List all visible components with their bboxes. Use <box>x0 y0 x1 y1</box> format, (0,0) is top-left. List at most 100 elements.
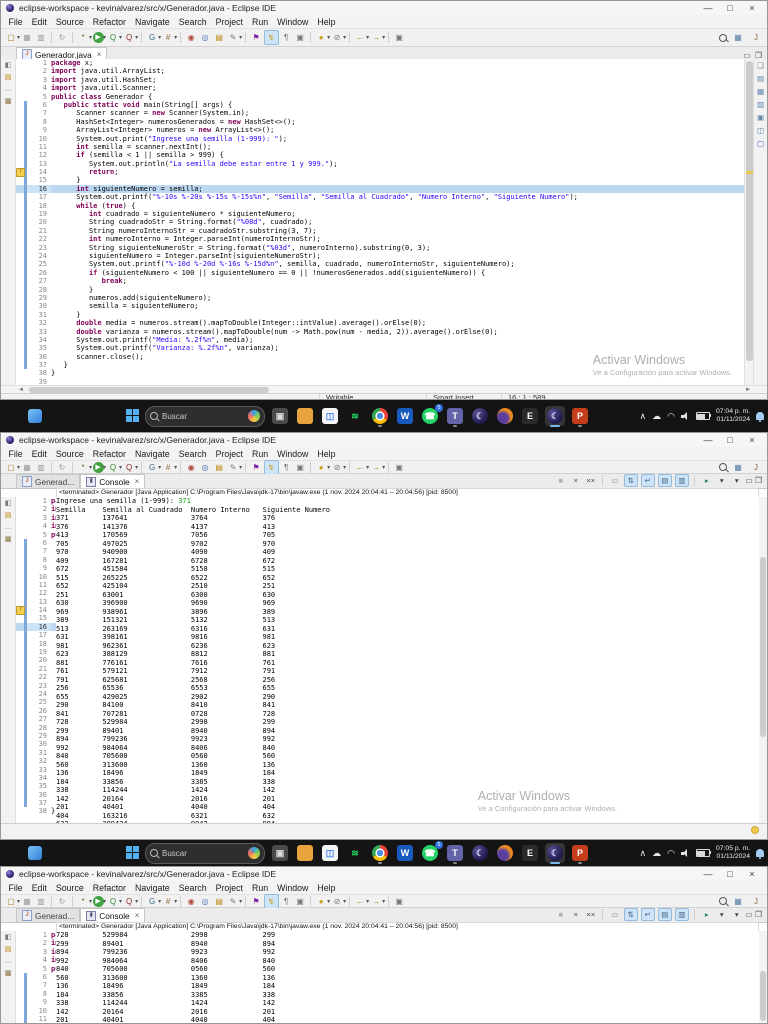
code-line[interactable]: 11 int semilla = scanner.nextInt(); <box>16 143 745 151</box>
dropdown-arrow-icon[interactable]: ▾ <box>343 34 346 41</box>
taskbar-app-spotify[interactable]: ≋ <box>345 843 365 863</box>
title-bar[interactable]: eclipse-workspace - kevinalvarez/src/x/G… <box>1 1 767 15</box>
package-explorer-icon[interactable]: ▤ <box>3 945 13 954</box>
dropdown-arrow-icon[interactable]: ▾ <box>343 464 346 471</box>
menu-help[interactable]: Help <box>313 17 340 27</box>
taskbar-clock[interactable]: 07:05 p. m.01/11/2024 <box>716 845 750 861</box>
mark-occurrences-icon[interactable]: ¶ <box>280 895 293 908</box>
pin-console-icon[interactable]: ▸ <box>701 909 713 920</box>
code-line[interactable]: 20 String cuadradoStr = String.format("%… <box>16 218 745 226</box>
code-line[interactable]: 32 double media = numeros.stream().mapTo… <box>16 319 745 327</box>
forward-icon-group[interactable]: →▾ <box>369 31 385 44</box>
back-icon[interactable]: ← <box>354 461 367 474</box>
taskbar-app-powerpoint[interactable]: P <box>570 843 590 863</box>
code-line[interactable]: 5public class Generador { <box>16 93 745 101</box>
new-package-icon[interactable]: # <box>162 31 175 44</box>
notification-bell-icon[interactable] <box>756 412 764 420</box>
console-scrollbar[interactable] <box>758 497 767 823</box>
wifi-icon[interactable]: ◠ <box>667 411 675 421</box>
new-wizard-icon-group[interactable]: ▢▾ <box>4 31 20 44</box>
show-on-output-icon[interactable]: ▤ <box>658 908 672 921</box>
taskbar-app-whatsapp[interactable]: ☎5 <box>420 406 440 426</box>
run-icon-group[interactable]: ▶▾ <box>92 462 106 473</box>
run-icon-group[interactable]: ▶▾ <box>92 896 106 907</box>
remove-launch-icon[interactable]: × <box>570 475 582 486</box>
run-history-icon[interactable]: Q <box>107 461 120 474</box>
coverage-icon-group[interactable]: Q▾ <box>122 895 138 908</box>
maximize-button[interactable]: □ <box>719 1 741 15</box>
new-java-class-icon-group[interactable]: G▾ <box>145 461 161 474</box>
taskbar-app-powerpoint[interactable]: P <box>570 406 590 426</box>
warning-marker[interactable] <box>746 171 753 174</box>
dropdown-arrow-icon[interactable]: ▾ <box>174 464 177 471</box>
maximize-button[interactable]: □ <box>719 867 741 881</box>
show-on-error-icon[interactable]: ▥ <box>675 908 689 921</box>
taskbar-search[interactable]: Buscar <box>145 406 265 427</box>
taskbar-app-epic-games[interactable]: E <box>520 843 540 863</box>
skip-breakpoints-icon[interactable]: ⊘ <box>331 461 344 474</box>
new-wizard-icon-group[interactable]: ▢▾ <box>4 461 20 474</box>
debug-icon[interactable]: * <box>77 31 90 44</box>
clear-console-icon[interactable]: ▭ <box>609 475 621 486</box>
menu-file[interactable]: File <box>4 883 27 893</box>
open-resource-icon[interactable]: ◎ <box>199 31 212 44</box>
external-tools-icon[interactable]: ✎ <box>227 895 240 908</box>
menu-project[interactable]: Project <box>211 449 247 459</box>
external-tools-icon-group[interactable]: ✎▾ <box>226 31 242 44</box>
taskbar-app-file-explorer[interactable] <box>295 406 315 426</box>
code-line[interactable]: 8 HashSet<Integer> numerosGenerados = ne… <box>16 118 745 126</box>
tab-console[interactable]: ▮ Console × <box>80 474 145 488</box>
save-all-icon[interactable]: ▥ <box>35 461 48 474</box>
coverage-icon[interactable]: Q <box>123 461 136 474</box>
run-icon[interactable]: ▶ <box>93 462 104 473</box>
code-line[interactable]: 33 double varianza = numeros.stream().ma… <box>16 328 745 336</box>
highlight-torch-icon[interactable]: ↯ <box>264 30 279 45</box>
taskbar-app-photos[interactable]: ▣ <box>270 843 290 863</box>
code-line[interactable]: 6 public static void main(String[] args)… <box>16 101 745 109</box>
taskbar-app-teams[interactable]: T <box>445 406 465 426</box>
pin-console-icon[interactable]: ▸ <box>701 475 713 486</box>
build-all-icon[interactable]: ↻ <box>56 895 69 908</box>
coverage-icon-group[interactable]: Q▾ <box>122 31 138 44</box>
console-scrollbar[interactable] <box>758 931 767 1024</box>
mark-occurrences-icon[interactable]: ¶ <box>280 31 293 44</box>
menu-navigate[interactable]: Navigate <box>130 883 174 893</box>
copilot-icon[interactable] <box>248 410 260 422</box>
new-wizard-icon[interactable]: ▢ <box>5 895 18 908</box>
code-line[interactable]: 23 String siguienteNumeroStr = String.fo… <box>16 244 745 252</box>
back-icon[interactable]: ← <box>354 895 367 908</box>
plugin-icon[interactable]: ⚑ <box>250 31 263 44</box>
code-line[interactable]: 29 numeros.add(siguienteNumero); <box>16 294 745 302</box>
dropdown-arrow-icon[interactable]: ▾ <box>239 34 242 41</box>
close-button[interactable]: × <box>741 867 763 881</box>
forward-icon-group[interactable]: →▾ <box>369 461 385 474</box>
run-history-icon[interactable]: Q <box>107 31 120 44</box>
menu-edit[interactable]: Edit <box>27 17 51 27</box>
coverage-icon-group[interactable]: Q▾ <box>122 461 138 474</box>
mark-occurrences-icon[interactable]: ¶ <box>280 461 293 474</box>
scrollbar-thumb[interactable] <box>760 971 766 1021</box>
close-button[interactable]: × <box>741 433 763 447</box>
tray-overflow-chevron-icon[interactable]: ∧ <box>640 411 647 421</box>
display-console-icon[interactable]: ▾ <box>716 475 728 486</box>
debug-icon-group[interactable]: *▾ <box>76 895 92 908</box>
title-bar[interactable]: eclipse-workspace - kevinalvarez/src/x/G… <box>1 867 767 881</box>
taskbar-app-word[interactable]: W <box>395 843 415 863</box>
widgets-icon[interactable] <box>28 409 42 423</box>
terminate-icon[interactable]: ■ <box>555 909 567 920</box>
dropdown-arrow-icon[interactable]: ▾ <box>343 898 346 905</box>
menu-run[interactable]: Run <box>247 883 272 893</box>
open-console-icon[interactable]: ▾ <box>731 909 743 920</box>
show-on-error-icon[interactable]: ▥ <box>675 474 689 487</box>
code-line[interactable]: 4import java.util.Scanner; <box>16 84 745 92</box>
code-line[interactable]: 19 int cuadrado = siguienteNumero * sigu… <box>16 210 745 218</box>
code-line[interactable]: 36 scanner.close(); <box>16 353 745 361</box>
menu-navigate[interactable]: Navigate <box>130 449 174 459</box>
code-line[interactable]: 37 } <box>16 361 745 369</box>
run-history-icon-group[interactable]: Q▾ <box>106 461 122 474</box>
new-package-icon-group[interactable]: #▾ <box>161 461 177 474</box>
lightbulb-icon-group[interactable]: ●▾ <box>314 31 330 44</box>
dropdown-arrow-icon[interactable]: ▾ <box>135 898 138 905</box>
code-line[interactable]: 21 String numeroInternoStr = cuadradoStr… <box>16 227 745 235</box>
more-views-icon[interactable]: … <box>3 523 13 532</box>
